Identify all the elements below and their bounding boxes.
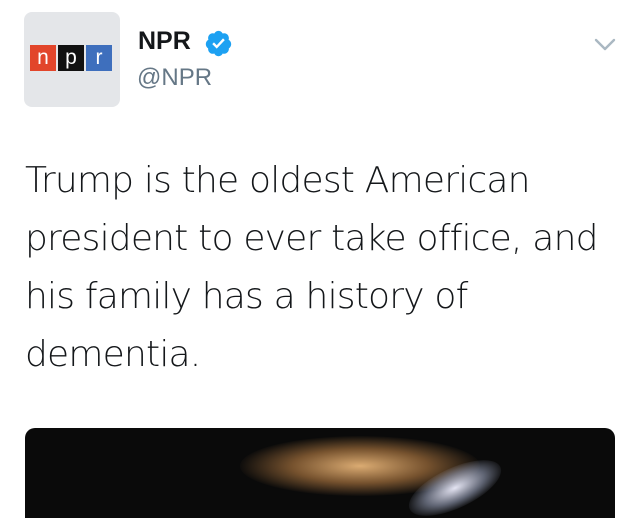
chevron-down-icon[interactable]	[594, 37, 616, 53]
account-name[interactable]: NPR	[138, 27, 191, 56]
npr-logo-icon: n p r	[30, 45, 112, 71]
tweet-media-image[interactable]	[25, 428, 615, 518]
avatar[interactable]: n p r	[24, 12, 120, 107]
verified-badge-icon	[205, 30, 232, 57]
logo-letter-r: r	[86, 45, 112, 71]
logo-letter-n: n	[30, 45, 56, 71]
logo-letter-p: p	[58, 45, 84, 71]
tweet-text: Trump is the oldest American president t…	[25, 160, 598, 375]
account-handle[interactable]: @NPR	[137, 64, 212, 92]
